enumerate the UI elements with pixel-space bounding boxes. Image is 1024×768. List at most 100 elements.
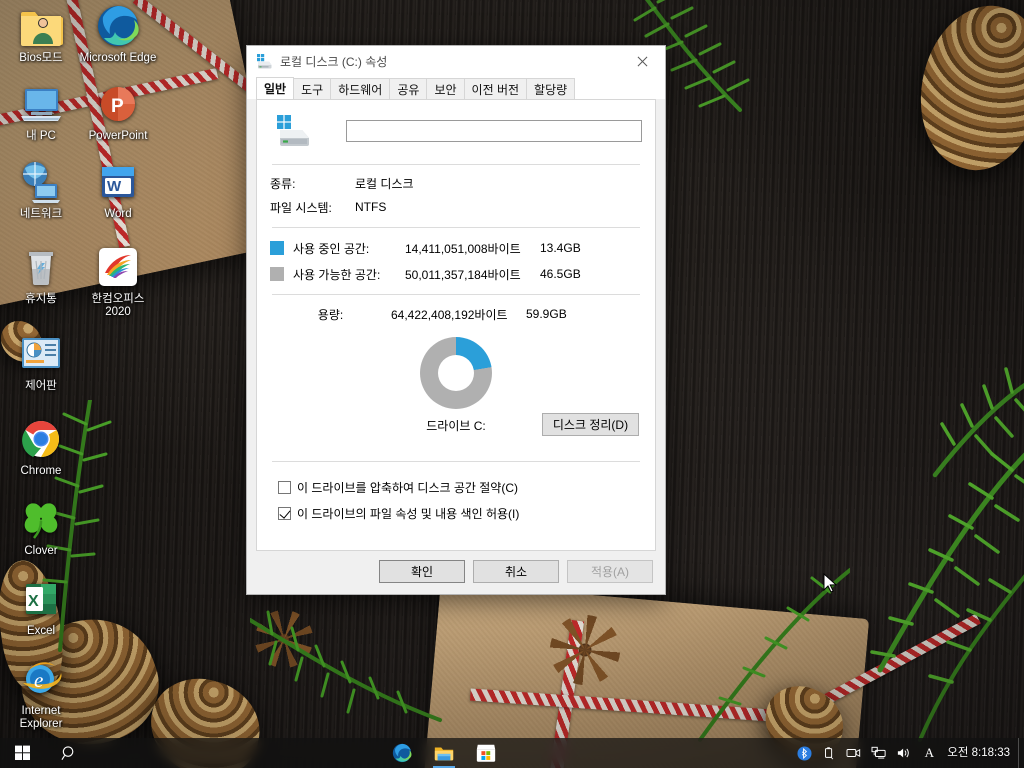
desktop-icon-my-pc[interactable]: 내 PC — [2, 80, 80, 143]
dialog-footer: 확인 취소 적용(A) — [247, 549, 665, 594]
tab-quota[interactable]: 할당량 — [526, 78, 576, 99]
info-key: 종류: — [270, 176, 296, 191]
windows-logo-icon — [15, 745, 30, 760]
dialog-title-bar[interactable]: 로컬 디스크 (C:) 속성 — [247, 46, 665, 77]
control-panel-icon — [17, 330, 65, 378]
disk-usage-chart: 드라이브 C: 디스크 정리(D) — [270, 337, 642, 441]
cancel-button[interactable]: 취소 — [473, 560, 559, 583]
space-row-used: 사용 중인 공간: 14,411,051,008바이트 13.4GB — [270, 235, 642, 261]
desktop[interactable]: Bios모드 Microsoft Edge 내 PC P PowerPoint … — [0, 0, 1024, 768]
capacity-row: 용량: 64,422,408,192바이트 59.9GB — [270, 299, 642, 329]
edge-icon — [94, 2, 142, 50]
clover-icon — [17, 495, 65, 543]
info-row-type: 종류: 로컬 디스크 — [270, 171, 642, 195]
bluetooth-icon[interactable] — [796, 745, 812, 761]
disk-cleanup-button[interactable]: 디스크 정리(D) — [542, 413, 639, 436]
desktop-icon-recycle-bin[interactable]: 휴지통 — [2, 243, 80, 306]
svg-text:P: P — [111, 96, 124, 117]
desktop-icon-label: Bios모드 — [19, 52, 63, 64]
dialog-tab-strip[interactable]: 일반 도구 하드웨어 공유 보안 이전 버전 할당량 — [247, 77, 665, 99]
usb-eject-icon[interactable] — [821, 745, 837, 761]
disk-options-group: 이 드라이브를 압축하여 디스크 공간 절약(C) 이 드라이브의 파일 속성 … — [270, 462, 642, 526]
recycle-bin-icon — [17, 243, 65, 291]
tab-previous-versions[interactable]: 이전 버전 — [463, 78, 528, 99]
local-disk-icon — [276, 114, 314, 148]
divider — [272, 294, 640, 295]
desktop-icon-excel[interactable]: X Excel — [2, 575, 80, 638]
capacity-label: 용량: — [317, 307, 344, 322]
compress-drive-row[interactable]: 이 드라이브를 압축하여 디스크 공간 절약(C) — [270, 474, 642, 500]
desktop-icon-label: 한컴오피스 2020 — [91, 293, 145, 318]
used-space-swatch — [270, 241, 284, 255]
desktop-icon-word[interactable]: W Word — [79, 158, 157, 221]
compress-drive-checkbox[interactable] — [278, 480, 291, 494]
taskbar-app-file-explorer[interactable] — [430, 739, 458, 768]
volume-label-input[interactable] — [346, 120, 642, 142]
apply-button: 적용(A) — [567, 560, 653, 583]
desktop-icon-clover[interactable]: Clover — [2, 495, 80, 558]
edge-icon — [392, 743, 412, 763]
index-drive-row[interactable]: 이 드라이브의 파일 속성 및 내용 색인 허용(I) — [270, 500, 642, 526]
excel-icon: X — [17, 575, 65, 623]
desktop-icon-label: Microsoft Edge — [79, 52, 157, 64]
network-monitor-icon[interactable] — [871, 745, 887, 761]
search-icon — [60, 745, 73, 760]
space-row-free: 사용 가능한 공간: 50,011,357,184바이트 46.5GB — [270, 261, 642, 287]
taskbar-app-edge[interactable] — [388, 739, 416, 767]
space-gb: 46.5GB — [540, 267, 581, 281]
speaker-icon[interactable] — [896, 745, 912, 761]
taskbar[interactable]: A 오전 8:18:33 — [0, 738, 1024, 768]
tab-label: 보안 — [434, 82, 457, 97]
search-button[interactable] — [46, 738, 92, 768]
svg-text:W: W — [107, 178, 122, 195]
close-icon[interactable] — [620, 47, 665, 77]
desktop-icon-bios-mode[interactable]: Bios모드 — [2, 2, 80, 65]
start-button[interactable] — [0, 738, 46, 768]
info-value: NTFS — [355, 200, 387, 214]
desktop-icon-control-panel[interactable]: 제어판 — [2, 330, 80, 393]
taskbar-clock[interactable]: 오전 8:18:33 — [943, 747, 1018, 760]
general-tab-page: 종류: 로컬 디스크 파일 시스템: NTFS 사용 중인 공간: 14,411… — [256, 99, 656, 551]
mouse-cursor — [823, 573, 837, 593]
capacity-gb: 59.9GB — [526, 307, 567, 321]
compress-drive-label: 이 드라이브를 압축하여 디스크 공간 절약(C) — [297, 480, 519, 495]
taskbar-app-microsoft-store[interactable] — [472, 739, 500, 767]
store-icon — [476, 744, 496, 762]
desktop-icon-hancom-office[interactable]: 한컴오피스 2020 — [79, 243, 157, 319]
desktop-icon-label: PowerPoint — [88, 130, 148, 142]
powerpoint-icon: P — [94, 80, 142, 128]
desktop-icon-label: Internet Explorer — [19, 705, 63, 730]
tab-security[interactable]: 보안 — [426, 78, 465, 99]
space-label: 사용 가능한 공간: — [293, 267, 381, 282]
tab-hardware[interactable]: 하드웨어 — [330, 78, 391, 99]
local-disk-properties-dialog[interactable]: 로컬 디스크 (C:) 속성 일반 도구 하드웨어 공유 보안 이전 버전 할당… — [246, 45, 666, 595]
disk-info-group: 종류: 로컬 디스크 파일 시스템: NTFS — [270, 165, 642, 219]
tab-tools[interactable]: 도구 — [293, 78, 332, 99]
desktop-icon-microsoft-edge[interactable]: Microsoft Edge — [79, 2, 157, 65]
space-gb: 13.4GB — [540, 241, 581, 255]
ok-button[interactable]: 확인 — [379, 560, 465, 583]
desktop-icon-label: Chrome — [20, 465, 62, 477]
tab-label: 할당량 — [534, 82, 568, 97]
folder-user-icon — [17, 2, 65, 50]
info-value: 로컬 디스크 — [355, 176, 414, 191]
capacity-bytes: 64,422,408,192바이트 — [391, 307, 508, 322]
hancom-icon — [94, 243, 142, 291]
tab-general[interactable]: 일반 — [256, 77, 295, 99]
index-drive-checkbox[interactable] — [278, 506, 291, 520]
desktop-icon-powerpoint[interactable]: P PowerPoint — [79, 80, 157, 143]
camera-icon[interactable] — [846, 745, 862, 761]
desktop-icon-internet-explorer[interactable]: e Internet Explorer — [2, 655, 80, 731]
tab-sharing[interactable]: 공유 — [389, 78, 428, 99]
word-icon: W — [94, 158, 142, 206]
show-desktop-button[interactable] — [1018, 738, 1024, 768]
space-bytes: 14,411,051,008바이트 — [405, 241, 521, 256]
ime-a-icon[interactable]: A — [921, 745, 937, 761]
desktop-icon-network[interactable]: 네트워크 — [2, 158, 80, 221]
desktop-icon-chrome[interactable]: Chrome — [2, 415, 80, 478]
tab-label: 도구 — [301, 82, 324, 97]
chrome-icon — [17, 415, 65, 463]
system-tray[interactable]: A — [796, 745, 943, 761]
tab-label: 공유 — [397, 82, 420, 97]
folder-icon — [434, 747, 454, 761]
